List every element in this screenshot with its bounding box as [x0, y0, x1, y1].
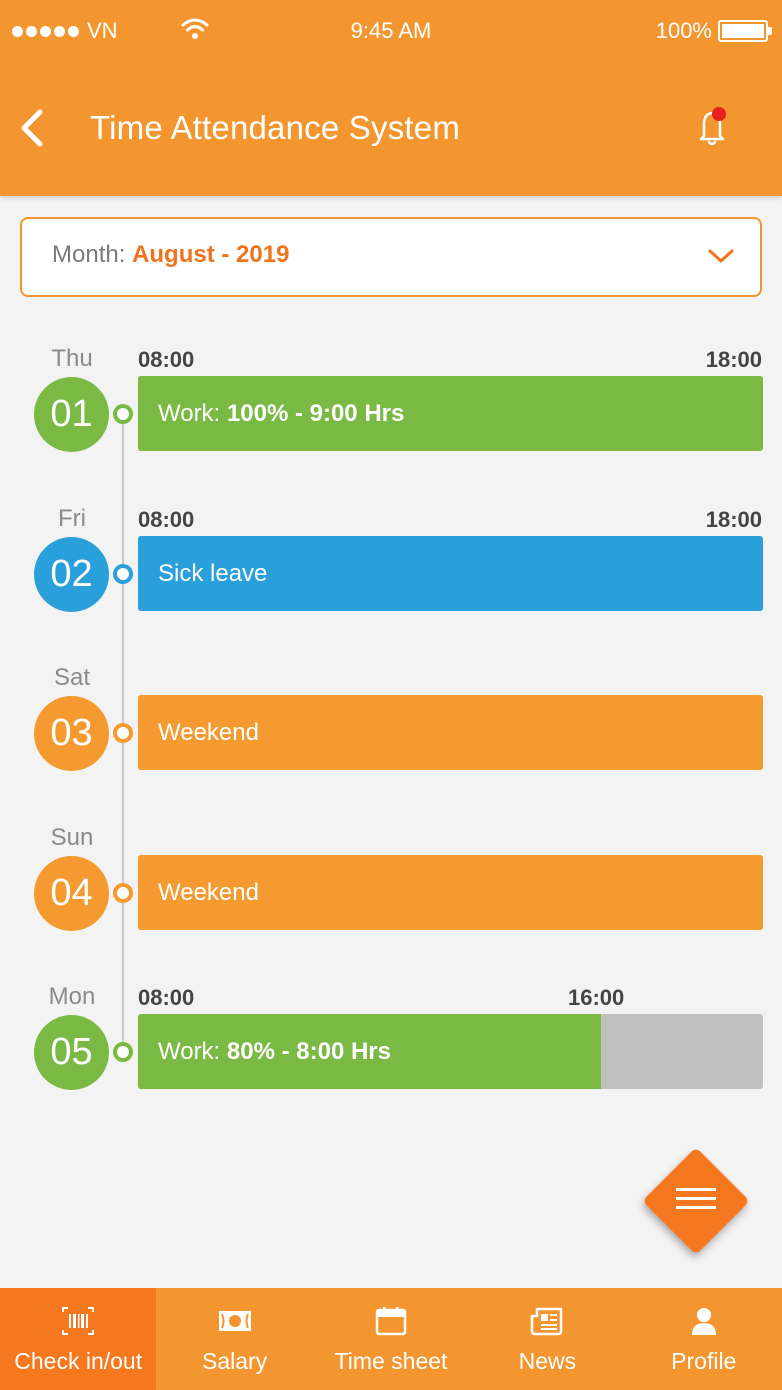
timeline-node — [113, 883, 133, 903]
attendance-bar[interactable]: Weekend — [138, 855, 763, 930]
day-row-03[interactable]: Sat 03 Weekend — [0, 664, 782, 824]
day-number: 03 — [34, 696, 109, 771]
month-label-text: Month: — [52, 241, 133, 268]
attendance-label: Weekend — [158, 719, 259, 746]
attendance-text: Weekend — [158, 695, 259, 770]
timeline-node — [113, 404, 133, 424]
newspaper-icon — [531, 1307, 563, 1336]
day-number: 05 — [34, 1015, 109, 1090]
day-row-02[interactable]: Fri 02 08:00 18:00 Sick leave — [0, 505, 782, 665]
start-time: 08:00 — [138, 985, 195, 1010]
battery-percent: 100% — [655, 18, 712, 43]
attendance-text: Weekend — [158, 855, 259, 930]
day-of-week: Fri — [58, 505, 86, 532]
status-bar: VN 9:45 AM 100% — [0, 14, 782, 50]
day-number: 04 — [34, 856, 109, 931]
bottom-tab-bar: Check in/out Salary Time sheet News Prof… — [0, 1288, 782, 1390]
tab-news[interactable]: News — [469, 1288, 625, 1390]
day-row-04[interactable]: Sun 04 Weekend — [0, 824, 782, 984]
barcode-icon — [62, 1307, 95, 1335]
attendance-bar[interactable]: Sick leave — [138, 536, 763, 611]
attendance-detail: 80% - 8:00 Hrs — [226, 1038, 391, 1065]
attendance-label: Work: — [158, 400, 227, 427]
end-time: 18:00 — [705, 507, 762, 532]
tab-check-in-out[interactable]: Check in/out — [0, 1288, 157, 1390]
nav-bar: Time Attendance System — [0, 96, 782, 160]
attendance-detail: 100% - 9:00 Hrs — [226, 400, 405, 427]
calendar-icon — [375, 1307, 407, 1336]
money-icon — [218, 1311, 251, 1331]
attendance-bar[interactable]: Weekend — [138, 695, 763, 770]
chevron-down-icon — [708, 249, 734, 263]
person-icon — [691, 1308, 716, 1335]
attendance-text: Sick leave — [158, 536, 267, 611]
day-of-week: Sat — [53, 664, 91, 691]
timeline-node — [113, 723, 133, 743]
tab-profile[interactable]: Profile — [626, 1288, 782, 1390]
attendance-label: Work: — [158, 1038, 227, 1065]
menu-icon[interactable] — [676, 1188, 716, 1214]
timeline-node — [113, 1042, 133, 1062]
tab-label: Check in/out — [14, 1348, 143, 1374]
app-header: VN 9:45 AM 100% Time Attendance System — [0, 0, 782, 196]
page-title: Time Attendance System — [90, 109, 461, 146]
tab-time-sheet[interactable]: Time sheet — [313, 1288, 469, 1390]
day-of-week: Sun — [50, 824, 94, 851]
tab-label: News — [518, 1348, 577, 1374]
bell-icon[interactable] — [692, 104, 732, 148]
month-label: Month: August - 2019 — [52, 241, 289, 269]
tab-label: Salary — [201, 1348, 268, 1374]
day-of-week: Thu — [51, 345, 93, 372]
attendance-label: Weekend — [158, 879, 259, 906]
attendance-bar[interactable]: Work: 100% - 9:00 Hrs — [138, 376, 763, 451]
day-of-week: Mon — [48, 983, 96, 1010]
day-number: 02 — [34, 537, 109, 612]
start-time: 08:00 — [138, 507, 195, 532]
timeline-node — [113, 564, 133, 584]
day-row-01[interactable]: Thu 01 08:00 18:00 Work: 100% - 9:00 Hrs — [0, 345, 782, 505]
attendance-label: Sick leave — [158, 560, 268, 587]
battery-icon — [718, 20, 772, 42]
back-icon[interactable] — [14, 106, 50, 150]
month-value: August - 2019 — [132, 241, 290, 268]
end-time: 18:00 — [705, 347, 762, 372]
tab-salary[interactable]: Salary — [156, 1288, 312, 1390]
tab-label: Profile — [671, 1348, 737, 1374]
end-time: 16:00 — [568, 985, 625, 1010]
attendance-text: Work: 100% - 9:00 Hrs — [158, 376, 404, 451]
day-row-05[interactable]: Mon 05 08:00 16:00 Work: 80% - 8:00 Hrs — [0, 983, 782, 1143]
day-number: 01 — [34, 377, 109, 452]
tab-label: Time sheet — [334, 1348, 448, 1374]
notification-dot — [712, 107, 726, 121]
start-time: 08:00 — [138, 347, 195, 372]
month-select[interactable]: Month: August - 2019 — [20, 217, 762, 297]
attendance-bar[interactable]: Work: 80% - 8:00 Hrs — [138, 1014, 763, 1089]
attendance-text: Work: 80% - 8:00 Hrs — [158, 1014, 391, 1089]
